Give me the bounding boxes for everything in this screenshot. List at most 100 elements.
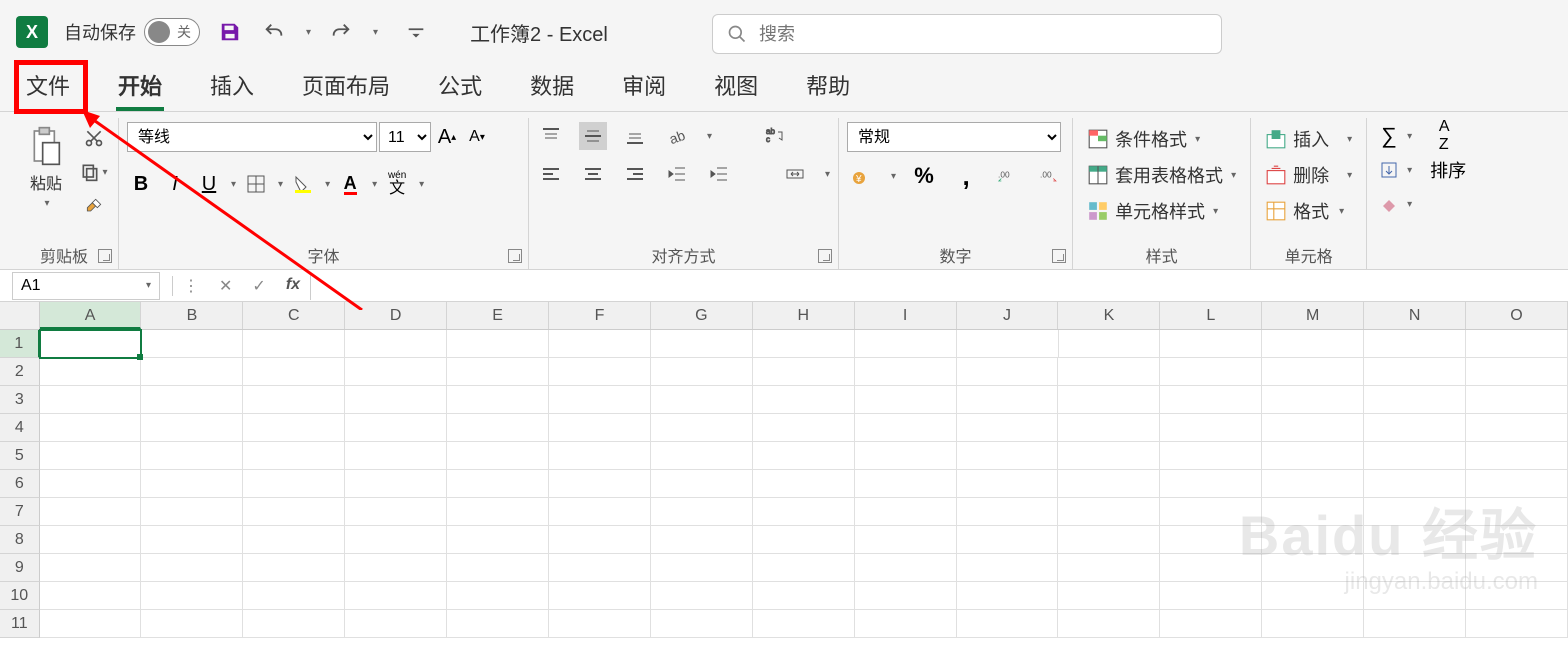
tab-view[interactable]: 视图: [706, 57, 766, 111]
cell-D6[interactable]: [345, 470, 447, 498]
align-top-button[interactable]: [537, 122, 565, 150]
cell-G1[interactable]: [651, 330, 753, 358]
cell-E1[interactable]: [447, 330, 549, 358]
font-name-select[interactable]: 等线: [127, 122, 377, 152]
cell-F4[interactable]: [549, 414, 651, 442]
format-cells-button[interactable]: 格式▾: [1259, 194, 1350, 228]
cell-D9[interactable]: [345, 554, 447, 582]
cell-L6[interactable]: [1160, 470, 1262, 498]
cell-O6[interactable]: [1466, 470, 1568, 498]
cell-G7[interactable]: [651, 498, 753, 526]
format-as-table-button[interactable]: 套用表格格式▾: [1081, 158, 1242, 192]
wrap-text-button[interactable]: abc: [760, 122, 788, 150]
copy-button[interactable]: ▾: [80, 158, 108, 186]
cell-O4[interactable]: [1466, 414, 1568, 442]
cell-M7[interactable]: [1262, 498, 1364, 526]
cell-M6[interactable]: [1262, 470, 1364, 498]
percent-button[interactable]: %: [910, 162, 938, 190]
cell-C11[interactable]: [243, 610, 345, 638]
cell-N1[interactable]: [1364, 330, 1466, 358]
cell-D10[interactable]: [345, 582, 447, 610]
cell-J5[interactable]: [957, 442, 1059, 470]
column-header-H[interactable]: H: [753, 302, 855, 329]
sort-filter-button[interactable]: AZ: [1430, 122, 1458, 150]
cell-G11[interactable]: [651, 610, 753, 638]
cell-H4[interactable]: [753, 414, 855, 442]
tab-review[interactable]: 审阅: [614, 57, 674, 111]
column-header-N[interactable]: N: [1364, 302, 1466, 329]
autosave-toggle[interactable]: 关: [144, 18, 200, 46]
cell-K4[interactable]: [1058, 414, 1160, 442]
delete-cells-button[interactable]: 删除 ▾: [1259, 158, 1358, 192]
column-header-O[interactable]: O: [1466, 302, 1568, 329]
cell-N5[interactable]: [1364, 442, 1466, 470]
tab-help[interactable]: 帮助: [798, 57, 858, 111]
format-painter-button[interactable]: [80, 192, 108, 220]
cell-I6[interactable]: [855, 470, 957, 498]
qat-customize[interactable]: [402, 18, 430, 46]
column-header-B[interactable]: B: [141, 302, 243, 329]
cell-N7[interactable]: [1364, 498, 1466, 526]
cell-N11[interactable]: [1364, 610, 1466, 638]
insert-cells-button[interactable]: 插入 ▾: [1259, 122, 1358, 156]
column-header-D[interactable]: D: [345, 302, 447, 329]
cell-J10[interactable]: [957, 582, 1059, 610]
font-color-button[interactable]: A: [336, 170, 364, 198]
cell-G6[interactable]: [651, 470, 753, 498]
cell-I9[interactable]: [855, 554, 957, 582]
search-input[interactable]: [759, 24, 1207, 45]
cell-L8[interactable]: [1160, 526, 1262, 554]
column-header-C[interactable]: C: [243, 302, 345, 329]
cell-G4[interactable]: [651, 414, 753, 442]
cell-L11[interactable]: [1160, 610, 1262, 638]
cell-D8[interactable]: [345, 526, 447, 554]
align-middle-button[interactable]: [579, 122, 607, 150]
cell-B11[interactable]: [141, 610, 243, 638]
cell-M4[interactable]: [1262, 414, 1364, 442]
cell-G5[interactable]: [651, 442, 753, 470]
cell-O5[interactable]: [1466, 442, 1568, 470]
cell-E2[interactable]: [447, 358, 549, 386]
cell-O1[interactable]: [1466, 330, 1568, 358]
cell-A6[interactable]: [40, 470, 142, 498]
align-bottom-button[interactable]: [621, 122, 649, 150]
cell-O2[interactable]: [1466, 358, 1568, 386]
cell-B10[interactable]: [141, 582, 243, 610]
cell-B7[interactable]: [141, 498, 243, 526]
row-header-3[interactable]: 3: [0, 386, 40, 414]
cell-L10[interactable]: [1160, 582, 1262, 610]
cell-H7[interactable]: [753, 498, 855, 526]
cell-D1[interactable]: [345, 330, 447, 358]
cell-F1[interactable]: [549, 330, 651, 358]
cell-M10[interactable]: [1262, 582, 1364, 610]
cell-A11[interactable]: [40, 610, 142, 638]
cell-E5[interactable]: [447, 442, 549, 470]
cell-I1[interactable]: [855, 330, 957, 358]
cell-C6[interactable]: [243, 470, 345, 498]
cell-A9[interactable]: [40, 554, 142, 582]
cell-F10[interactable]: [549, 582, 651, 610]
cell-L3[interactable]: [1160, 386, 1262, 414]
cell-I4[interactable]: [855, 414, 957, 442]
cell-B8[interactable]: [141, 526, 243, 554]
row-header-7[interactable]: 7: [0, 498, 40, 526]
cell-D5[interactable]: [345, 442, 447, 470]
cut-button[interactable]: [80, 124, 108, 152]
tab-home[interactable]: 开始: [110, 57, 170, 111]
cell-J8[interactable]: [957, 526, 1059, 554]
cell-C5[interactable]: [243, 442, 345, 470]
phonetic-button[interactable]: wén文: [383, 170, 411, 198]
cell-O7[interactable]: [1466, 498, 1568, 526]
cell-D2[interactable]: [345, 358, 447, 386]
cell-M9[interactable]: [1262, 554, 1364, 582]
cell-L9[interactable]: [1160, 554, 1262, 582]
align-center-button[interactable]: [579, 160, 607, 188]
cell-C3[interactable]: [243, 386, 345, 414]
cell-K9[interactable]: [1058, 554, 1160, 582]
column-header-K[interactable]: K: [1058, 302, 1160, 329]
cell-E4[interactable]: [447, 414, 549, 442]
cell-M8[interactable]: [1262, 526, 1364, 554]
increase-font-button[interactable]: A▴: [433, 123, 461, 151]
increase-decimal-button[interactable]: .00: [994, 162, 1022, 190]
cell-H5[interactable]: [753, 442, 855, 470]
